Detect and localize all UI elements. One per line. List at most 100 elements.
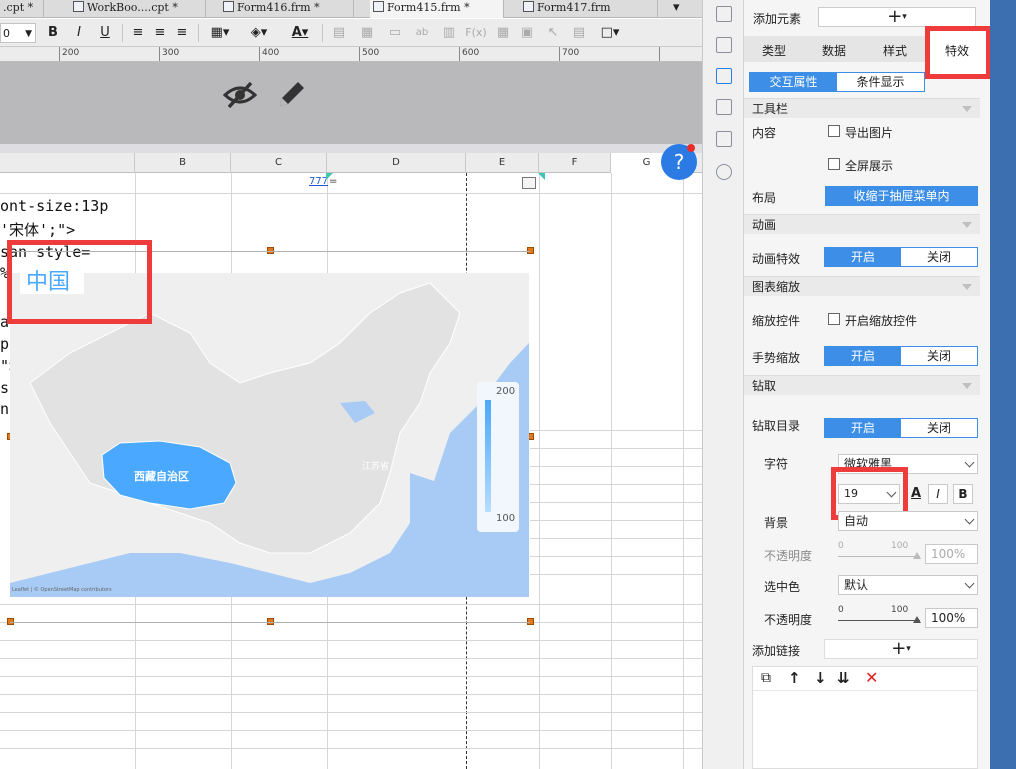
subtab-condition[interactable]: 条件显示 — [837, 73, 924, 91]
drill-on[interactable]: 开启 — [825, 419, 901, 437]
visual-map-legend[interactable]: 200 100 — [477, 382, 519, 532]
gesture-off[interactable]: 关闭 — [901, 347, 977, 365]
slider-thumb[interactable] — [913, 616, 921, 623]
opacity-slider[interactable] — [838, 620, 920, 621]
anim-on[interactable]: 开启 — [825, 248, 901, 266]
link-icon[interactable]: ▭ — [386, 23, 404, 43]
text-icon[interactable]: ab — [412, 23, 432, 43]
hide-eye-icon[interactable] — [223, 79, 257, 111]
select-color-select[interactable]: 默认 — [838, 575, 978, 595]
cell-widget-icon[interactable] — [522, 177, 536, 189]
italic-button[interactable]: I — [70, 23, 88, 43]
bold-button[interactable]: B — [953, 484, 973, 504]
chevron-down-icon: ▼ — [25, 29, 32, 39]
opacity-value: 100% — [931, 611, 966, 625]
tab-form415[interactable]: Form415.frm * — [370, 0, 504, 18]
font-size-select[interactable]: 0 ▼ — [0, 23, 36, 43]
layout-icon[interactable] — [716, 37, 732, 53]
opacity-slider[interactable] — [838, 556, 920, 557]
grid-line — [0, 748, 702, 749]
grid-line — [0, 712, 702, 713]
chart-icon[interactable]: ▥ — [440, 23, 458, 43]
tab-form416[interactable]: Form416.frm * — [220, 0, 354, 18]
gesture-toggle[interactable]: 开启 关闭 — [824, 346, 978, 366]
delete-icon[interactable]: ✕ — [865, 668, 878, 687]
list-icon[interactable] — [716, 131, 732, 147]
component-icon[interactable] — [716, 6, 732, 22]
tab-cpt[interactable]: .cpt * — [0, 0, 44, 18]
column-header-d[interactable]: D — [327, 153, 466, 173]
section-chart-zoom[interactable]: 图表缩放 — [744, 276, 980, 296]
slider-thumb[interactable] — [913, 552, 921, 559]
fill-color-icon[interactable]: ◈▾ — [244, 23, 274, 43]
underline-button[interactable]: U — [96, 23, 114, 43]
section-title: 动画 — [752, 218, 777, 232]
font-label: 字符 — [764, 457, 789, 471]
column-header-e[interactable]: E — [466, 153, 539, 173]
opacity-input[interactable]: 100% — [925, 608, 978, 628]
column-header-b[interactable]: B — [135, 153, 231, 173]
opacity-input[interactable]: 100% — [925, 544, 978, 564]
font-color-icon[interactable]: A▾ — [284, 23, 316, 43]
section-toolbar[interactable]: 工具栏 — [744, 98, 980, 118]
fullscreen-label: 全屏展示 — [845, 159, 894, 173]
drill-dir-label: 钻取目录 — [752, 419, 801, 433]
zoom-ctrl-checkbox[interactable] — [828, 313, 840, 325]
column-header-f[interactable]: F — [539, 153, 611, 173]
insert-icon[interactable]: ▤ — [570, 23, 588, 43]
grid-icon[interactable]: ▦ — [494, 23, 512, 43]
move-bottom-icon[interactable]: ⇊ — [837, 669, 850, 687]
column-header-a[interactable] — [0, 153, 135, 173]
grid-line — [530, 466, 702, 467]
fullscreen-checkbox[interactable] — [828, 158, 840, 170]
opacity-value: 100% — [931, 547, 966, 561]
collapse-arrow-icon — [962, 284, 972, 290]
font-color-button[interactable]: A — [906, 484, 926, 504]
align-right-icon[interactable]: ≡ — [174, 23, 190, 43]
tab-form417[interactable]: Form417.frm — [520, 0, 658, 18]
border-icon[interactable]: ▦▾ — [206, 23, 234, 43]
subtab-switch[interactable]: 交互属性 条件显示 — [749, 72, 925, 92]
tab-workbook[interactable]: WorkBoo....cpt * — [70, 0, 206, 18]
add-link-button[interactable]: +▾ — [824, 639, 978, 659]
tab-type[interactable]: 类型 — [762, 42, 786, 59]
frame-icon[interactable]: □▾ — [596, 23, 624, 43]
widget-settings-icon[interactable] — [716, 68, 732, 84]
table-icon[interactable]: ▦ — [358, 23, 376, 43]
export-image-checkbox[interactable] — [828, 125, 840, 137]
anim-toggle[interactable]: 开启 关闭 — [824, 247, 978, 267]
align-center-icon[interactable]: ≡ — [152, 23, 168, 43]
italic-button[interactable]: I — [928, 484, 948, 504]
property-icon-strip — [702, 0, 744, 769]
tab-style[interactable]: 样式 — [883, 42, 907, 59]
drill-toggle[interactable]: 开启 关闭 — [824, 418, 978, 438]
merge-icon[interactable]: ▤ — [330, 23, 348, 43]
bold-button[interactable]: B — [44, 23, 62, 43]
anim-off[interactable]: 关闭 — [901, 248, 977, 266]
column-header-c[interactable]: C — [231, 153, 327, 173]
divider — [322, 24, 323, 42]
section-drill[interactable]: 钻取 — [744, 375, 980, 395]
pointer-icon[interactable]: ↖ — [544, 23, 562, 43]
tab-menu-icon[interactable]: ▾ — [670, 0, 702, 18]
mobile-icon[interactable] — [716, 99, 732, 115]
layout-option[interactable]: 收缩于抽屉菜单内 — [825, 186, 978, 206]
arrow-up-icon[interactable]: ↑ — [788, 669, 801, 687]
chevron-down-icon: ▾ — [902, 12, 907, 22]
copy-icon[interactable]: ⧉ — [761, 670, 771, 686]
drill-off[interactable]: 关闭 — [901, 419, 977, 437]
image-icon[interactable]: ▣ — [518, 23, 536, 43]
edit-pencil-icon[interactable] — [276, 78, 306, 110]
arrow-down-icon[interactable]: ↓ — [814, 669, 827, 687]
plus-icon: + — [887, 6, 903, 27]
slider-min: 0 — [838, 605, 844, 615]
gesture-on[interactable]: 开启 — [825, 347, 901, 365]
add-element-button[interactable]: +▾ — [818, 7, 976, 27]
tab-data[interactable]: 数据 — [822, 42, 846, 59]
link-chain-icon[interactable] — [716, 164, 732, 180]
section-animation[interactable]: 动画 — [744, 214, 980, 234]
subtab-interaction[interactable]: 交互属性 — [750, 73, 837, 91]
formula-icon[interactable]: F(x) — [464, 23, 488, 43]
background-select[interactable]: 自动 — [838, 511, 978, 531]
align-left-icon[interactable]: ≡ — [130, 23, 146, 43]
